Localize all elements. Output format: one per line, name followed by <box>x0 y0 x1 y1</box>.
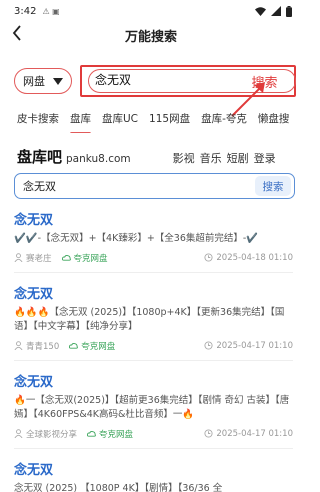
status-notification-icons: ⚠ ▣ <box>42 6 60 16</box>
cloud-icon <box>61 254 71 261</box>
result-card[interactable]: 念无双 念无双 (2025) 【1080P 4K】【剧情】【36/36 全 <box>14 459 293 492</box>
scope-select[interactable]: 网盘 <box>14 68 72 94</box>
status-time: 3:42 <box>14 5 37 17</box>
result-description: 🔥一【念无双(2025)】【超前更36集完结】【剧情 奇幻 古装】【唐嫣】【4K… <box>14 394 290 421</box>
result-cloud-name: 夸克网盘 <box>73 253 108 264</box>
result-date: 2025-04-18 01:10 <box>204 253 293 263</box>
cloud-icon <box>69 342 79 349</box>
tab-115[interactable]: 115网盘 <box>149 111 190 133</box>
result-card[interactable]: 念无双 🔥一【念无双(2025)】【超前更36集完结】【剧情 奇幻 古装】【唐嫣… <box>14 371 293 449</box>
site-header: 盘库吧 panku8.com 影视 音乐 短剧 登录 <box>0 146 302 168</box>
site-nav: 影视 音乐 短剧 登录 <box>173 150 276 166</box>
site-domain: panku8.com <box>66 153 131 165</box>
result-user-name: 赛老庄 <box>26 253 52 264</box>
status-right <box>255 5 292 17</box>
result-description: 🔥🔥🔥【念无双 (2025)】【1080p+4K】【更新36集完结】【国语】【中… <box>14 306 285 333</box>
tab-panku[interactable]: 盘库 <box>70 111 91 133</box>
status-left: 3:42 ⚠ ▣ <box>14 6 60 17</box>
result-user-name: 全球影视分享 <box>26 429 78 440</box>
nav-login[interactable]: 登录 <box>254 150 276 166</box>
result-title[interactable]: 念无双 <box>14 459 293 478</box>
back-icon[interactable] <box>12 25 22 45</box>
nav-short-drama[interactable]: 短剧 <box>227 150 249 166</box>
page-title: 万能搜索 <box>124 29 177 45</box>
result-card[interactable]: 念无双 🔥🔥🔥【念无双 (2025)】【1080p+4K】【更新36集完结】【国… <box>14 283 293 361</box>
user-icon <box>14 429 23 438</box>
battery-icon <box>286 5 292 17</box>
result-user: 青青150 <box>14 340 59 352</box>
clock-icon <box>204 341 213 350</box>
result-cloud-name: 夸克网盘 <box>99 429 134 440</box>
nav-music[interactable]: 音乐 <box>200 150 222 166</box>
result-title[interactable]: 念无双 <box>14 209 293 228</box>
dropdown-triangle-icon <box>53 77 63 85</box>
result-cloud: 夸克网盘 <box>69 340 115 352</box>
result-date: 2025-04-17 01:10 <box>204 341 293 351</box>
user-icon <box>14 253 23 262</box>
result-cloud: 夸克网盘 <box>87 428 133 440</box>
user-icon <box>14 341 23 350</box>
signal-icon <box>271 6 281 16</box>
clock-icon <box>204 253 213 262</box>
top-app-bar: 万能搜索 <box>0 22 302 48</box>
result-date-text: 2025-04-17 01:10 <box>216 428 293 439</box>
tab-lanpan[interactable]: 懒盘搜 <box>258 111 290 133</box>
tab-panku-quark[interactable]: 盘库-夸克 <box>201 111 247 133</box>
tab-pika[interactable]: 皮卡搜索 <box>17 111 59 133</box>
result-user: 全球影视分享 <box>14 428 77 440</box>
site-logo[interactable]: 盘库吧 <box>17 146 62 167</box>
site-search-bar: 念无双 搜索 <box>14 173 295 199</box>
result-title[interactable]: 念无双 <box>14 283 293 302</box>
result-description: 念无双 (2025) 【1080P 4K】【剧情】【36/36 全 <box>14 482 223 492</box>
search-input[interactable]: 念无双 <box>88 69 234 93</box>
status-bar: 3:42 ⚠ ▣ <box>0 0 302 22</box>
result-date-text: 2025-04-17 01:10 <box>216 340 293 351</box>
result-description: ✔️✔️-【念无双】+【4K臻彩】+【全36集超前完结】-✔️ <box>14 233 259 244</box>
nav-movies[interactable]: 影视 <box>173 150 195 166</box>
result-user-name: 青青150 <box>26 341 60 352</box>
clock-icon <box>204 429 213 438</box>
result-meta: 全球影视分享 夸克网盘 2025-04-17 01:10 <box>14 427 293 441</box>
result-title[interactable]: 念无双 <box>14 371 293 390</box>
results-list: 念无双 ✔️✔️-【念无双】+【4K臻彩】+【全36集超前完结】-✔️ 赛老庄 … <box>0 209 302 492</box>
site-search-button[interactable]: 搜索 <box>255 176 291 196</box>
result-card[interactable]: 念无双 ✔️✔️-【念无双】+【4K臻彩】+【全36集超前完结】-✔️ 赛老庄 … <box>14 209 293 273</box>
result-date-text: 2025-04-18 01:10 <box>216 252 293 263</box>
result-user: 赛老庄 <box>14 252 52 264</box>
result-cloud-name: 夸克网盘 <box>81 341 116 352</box>
result-cloud: 夸克网盘 <box>61 252 108 264</box>
wifi-icon <box>255 6 266 16</box>
site-search-input[interactable]: 念无双 <box>23 178 255 194</box>
result-meta: 赛老庄 夸克网盘 2025-04-18 01:10 <box>14 251 293 265</box>
scope-select-value: 网盘 <box>23 75 45 88</box>
tab-panku-uc[interactable]: 盘库UC <box>102 111 138 133</box>
result-meta: 青青150 夸克网盘 2025-04-17 01:10 <box>14 339 293 353</box>
result-date: 2025-04-17 01:10 <box>204 429 293 439</box>
cloud-icon <box>87 430 96 437</box>
